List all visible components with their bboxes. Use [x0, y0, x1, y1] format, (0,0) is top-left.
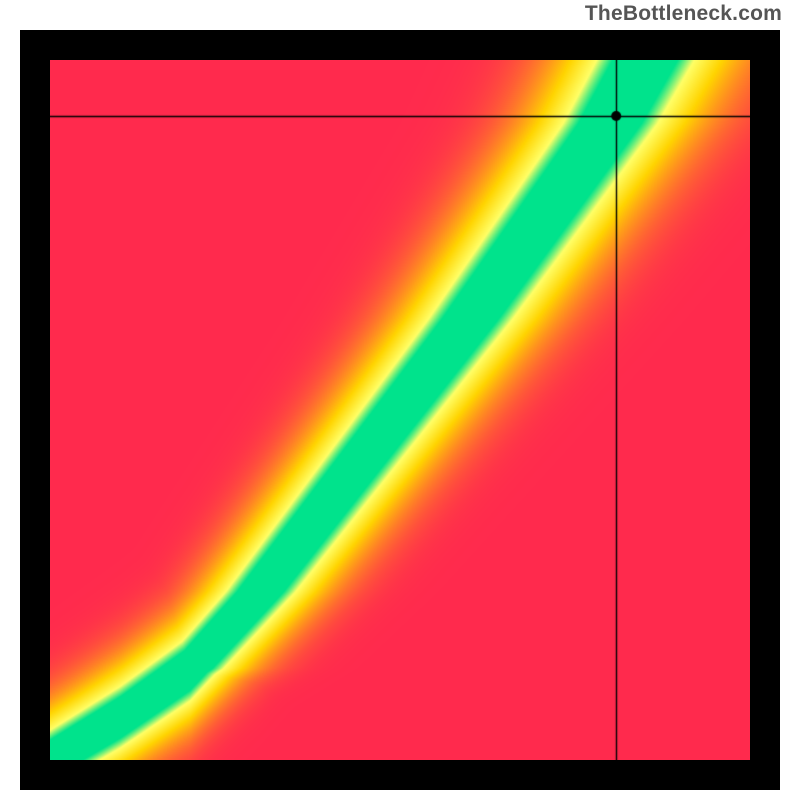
chart-wrapper: TheBottleneck.com [0, 0, 800, 800]
bottleneck-heatmap [50, 60, 750, 760]
heatmap-frame [20, 30, 780, 790]
watermark-text: TheBottleneck.com [585, 2, 782, 26]
